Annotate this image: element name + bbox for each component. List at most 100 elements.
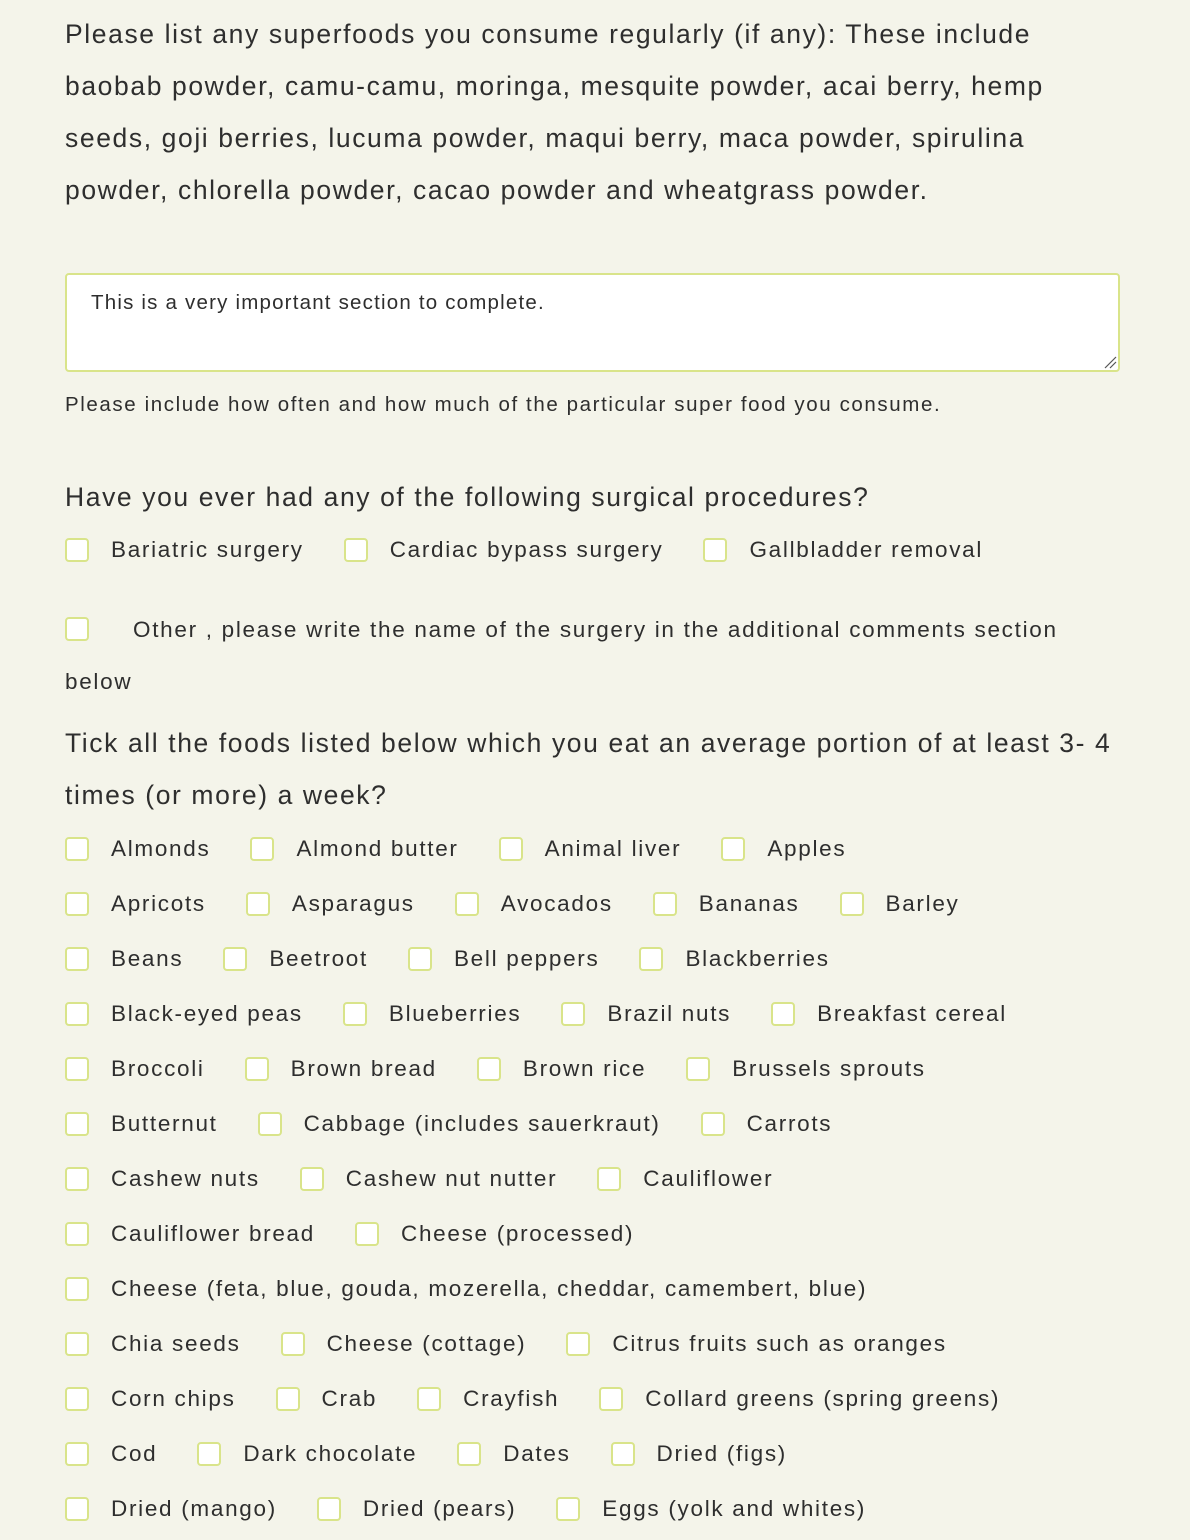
food-option[interactable]: Dark chocolate (197, 1426, 417, 1481)
food-option[interactable]: Cauliflower (597, 1151, 773, 1206)
checkbox[interactable] (652, 891, 677, 916)
checkbox[interactable] (561, 1001, 586, 1026)
food-option[interactable]: Animal liver (498, 821, 682, 876)
checkbox[interactable] (476, 1056, 501, 1081)
food-option[interactable]: Chia seeds (65, 1316, 241, 1371)
resize-grip-icon[interactable] (1103, 355, 1117, 369)
checkbox[interactable] (65, 1056, 89, 1081)
food-option[interactable]: Dried (mango) (65, 1481, 277, 1536)
checkbox[interactable] (498, 836, 523, 861)
checkbox[interactable] (342, 1001, 367, 1026)
food-option[interactable]: Citrus fruits such as oranges (566, 1316, 946, 1371)
food-option[interactable]: Breakfast cereal (771, 986, 1007, 1041)
checkbox[interactable] (599, 1386, 624, 1411)
checkbox[interactable] (639, 946, 664, 971)
food-option[interactable]: Crab (275, 1371, 378, 1426)
food-option[interactable]: Avocados (454, 876, 613, 931)
surgery-option-other[interactable]: Other , please write the name of the sur… (65, 604, 1065, 694)
food-option[interactable]: Brazil nuts (561, 986, 731, 1041)
food-option[interactable]: Corn chips (65, 1371, 236, 1426)
food-option[interactable]: Carrots (700, 1096, 833, 1151)
checkbox[interactable] (65, 1001, 89, 1026)
food-option[interactable]: Beans (65, 931, 183, 986)
checkbox[interactable] (223, 946, 248, 971)
food-option[interactable]: Cheese (processed) (355, 1206, 634, 1261)
checkbox[interactable] (275, 1386, 300, 1411)
checkbox[interactable] (65, 1496, 89, 1521)
food-option[interactable]: Dried (figs) (610, 1426, 787, 1481)
checkbox[interactable] (65, 1441, 89, 1466)
food-option[interactable]: Black-eyed peas (65, 986, 303, 1041)
surgery-option[interactable]: Gallbladder removal (703, 524, 983, 576)
checkbox[interactable] (65, 1166, 89, 1191)
food-option[interactable]: Apricots (65, 876, 206, 931)
food-option[interactable]: Dried (pears) (316, 1481, 516, 1536)
food-option[interactable]: Blackberries (639, 931, 829, 986)
food-option[interactable]: Blueberries (342, 986, 522, 1041)
checkbox[interactable] (721, 836, 746, 861)
food-option[interactable]: Collard greens (spring greens) (599, 1371, 1000, 1426)
checkbox[interactable] (610, 1441, 635, 1466)
checkbox[interactable] (245, 891, 270, 916)
food-option[interactable]: Beetroot (223, 931, 368, 986)
checkbox[interactable] (703, 538, 728, 562)
checkbox[interactable] (700, 1111, 725, 1136)
checkbox[interactable] (839, 891, 864, 916)
checkbox[interactable] (454, 891, 479, 916)
checkbox[interactable] (257, 1111, 282, 1136)
checkbox[interactable] (65, 836, 89, 861)
checkbox[interactable] (65, 946, 89, 971)
checkbox[interactable] (65, 538, 89, 562)
checkbox[interactable] (65, 1111, 89, 1136)
food-option[interactable]: Cod (65, 1426, 157, 1481)
food-option[interactable]: Cashew nuts (65, 1151, 260, 1206)
food-option[interactable]: Bell peppers (407, 931, 599, 986)
checkbox[interactable] (771, 1001, 796, 1026)
food-option[interactable]: Broccoli (65, 1041, 205, 1096)
checkbox[interactable] (343, 538, 368, 562)
surgery-option[interactable]: Bariatric surgery (65, 524, 304, 576)
checkbox[interactable] (65, 617, 89, 641)
food-option[interactable]: Dates (457, 1426, 570, 1481)
food-option[interactable]: Apples (721, 821, 846, 876)
food-option[interactable]: Barley (839, 876, 960, 931)
food-option[interactable]: Brown bread (244, 1041, 437, 1096)
checkbox[interactable] (250, 836, 275, 861)
checkbox[interactable] (355, 1221, 379, 1246)
checkbox[interactable] (65, 1331, 89, 1356)
food-option[interactable]: Bananas (652, 876, 800, 931)
food-option[interactable]: Cabbage (includes sauerkraut) (257, 1096, 661, 1151)
superfoods-textarea[interactable]: This is a very important section to comp… (65, 273, 1120, 372)
checkbox[interactable] (417, 1386, 442, 1411)
food-option[interactable]: Cheese (feta, blue, gouda, mozerella, ch… (65, 1261, 867, 1316)
food-option[interactable]: Asparagus (245, 876, 415, 931)
checkbox[interactable] (65, 891, 89, 916)
checkbox[interactable] (407, 946, 432, 971)
food-option[interactable]: Almond butter (250, 821, 458, 876)
checkbox[interactable] (597, 1166, 622, 1191)
checkbox[interactable] (280, 1331, 305, 1356)
food-option[interactable]: Brown rice (476, 1041, 646, 1096)
checkbox[interactable] (65, 1386, 89, 1411)
food-option[interactable]: Butternut (65, 1096, 218, 1151)
food-option[interactable]: Eggs (yolk and whites) (556, 1481, 866, 1536)
checkbox[interactable] (65, 1221, 89, 1246)
food-option[interactable]: Brussels sprouts (686, 1041, 926, 1096)
checkbox[interactable] (65, 1276, 89, 1301)
food-option[interactable]: Crayfish (417, 1371, 559, 1426)
food-option[interactable]: Cashew nut nutter (299, 1151, 558, 1206)
checkbox[interactable] (566, 1331, 591, 1356)
superfoods-textarea-wrapper: This is a very important section to comp… (65, 273, 1120, 372)
checkbox[interactable] (457, 1441, 482, 1466)
checkbox[interactable] (686, 1056, 711, 1081)
surgery-option[interactable]: Cardiac bypass surgery (343, 524, 664, 576)
checkbox[interactable] (299, 1166, 324, 1191)
food-option[interactable]: Cheese (cottage) (280, 1316, 527, 1371)
option-label: Crab (321, 1385, 378, 1411)
food-option[interactable]: Almonds (65, 821, 210, 876)
checkbox[interactable] (556, 1496, 581, 1521)
checkbox[interactable] (244, 1056, 269, 1081)
checkbox[interactable] (316, 1496, 341, 1521)
checkbox[interactable] (197, 1441, 222, 1466)
food-option[interactable]: Cauliflower bread (65, 1206, 315, 1261)
